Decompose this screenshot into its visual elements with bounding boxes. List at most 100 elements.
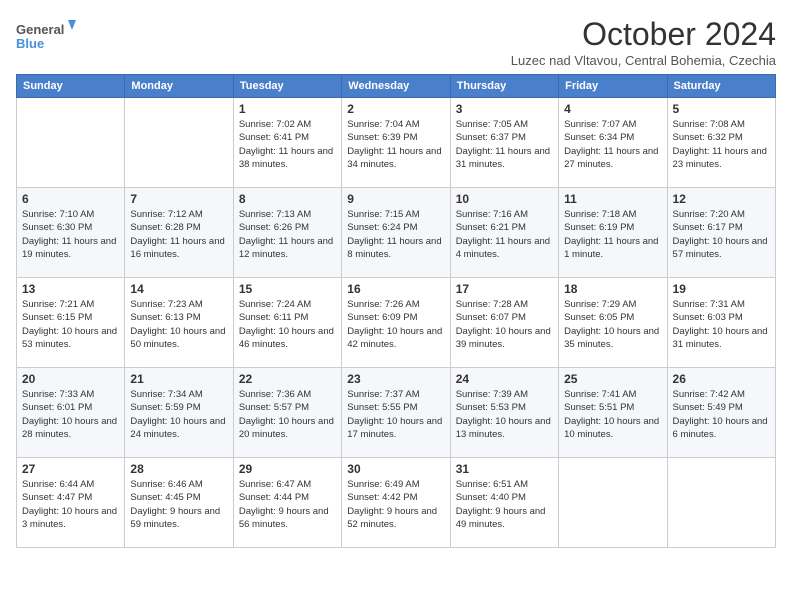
calendar-cell: 22 Sunrise: 7:36 AMSunset: 5:57 PMDaylig… [233,368,341,458]
svg-text:Blue: Blue [16,36,44,51]
svg-text:General: General [16,22,64,37]
day-info: Sunrise: 7:23 AMSunset: 6:13 PMDaylight:… [130,298,227,351]
calendar-cell: 30 Sunrise: 6:49 AMSunset: 4:42 PMDaylig… [342,458,450,548]
day-number: 1 [239,102,336,116]
day-number: 13 [22,282,119,296]
day-info: Sunrise: 7:07 AMSunset: 6:34 PMDaylight:… [564,118,661,171]
calendar-cell: 2 Sunrise: 7:04 AMSunset: 6:39 PMDayligh… [342,98,450,188]
weekday-header-friday: Friday [559,75,667,98]
day-info: Sunrise: 7:31 AMSunset: 6:03 PMDaylight:… [673,298,770,351]
day-number: 12 [673,192,770,206]
title-section: October 2024 Luzec nad Vltavou, Central … [511,16,776,68]
day-info: Sunrise: 6:44 AMSunset: 4:47 PMDaylight:… [22,478,119,531]
logo: General Blue [16,16,76,56]
calendar-cell: 29 Sunrise: 6:47 AMSunset: 4:44 PMDaylig… [233,458,341,548]
day-info: Sunrise: 6:51 AMSunset: 4:40 PMDaylight:… [456,478,553,531]
calendar-cell: 11 Sunrise: 7:18 AMSunset: 6:19 PMDaylig… [559,188,667,278]
day-number: 20 [22,372,119,386]
calendar-cell: 6 Sunrise: 7:10 AMSunset: 6:30 PMDayligh… [17,188,125,278]
weekday-header-tuesday: Tuesday [233,75,341,98]
day-info: Sunrise: 7:16 AMSunset: 6:21 PMDaylight:… [456,208,553,261]
day-info: Sunrise: 7:15 AMSunset: 6:24 PMDaylight:… [347,208,444,261]
day-info: Sunrise: 7:13 AMSunset: 6:26 PMDaylight:… [239,208,336,261]
day-info: Sunrise: 7:21 AMSunset: 6:15 PMDaylight:… [22,298,119,351]
day-info: Sunrise: 7:20 AMSunset: 6:17 PMDaylight:… [673,208,770,261]
day-info: Sunrise: 7:26 AMSunset: 6:09 PMDaylight:… [347,298,444,351]
day-number: 23 [347,372,444,386]
day-info: Sunrise: 7:29 AMSunset: 6:05 PMDaylight:… [564,298,661,351]
weekday-header-thursday: Thursday [450,75,558,98]
day-number: 22 [239,372,336,386]
calendar-cell [667,458,775,548]
day-number: 31 [456,462,553,476]
day-info: Sunrise: 7:08 AMSunset: 6:32 PMDaylight:… [673,118,770,171]
day-number: 3 [456,102,553,116]
calendar-cell: 1 Sunrise: 7:02 AMSunset: 6:41 PMDayligh… [233,98,341,188]
day-number: 21 [130,372,227,386]
day-number: 15 [239,282,336,296]
day-number: 25 [564,372,661,386]
calendar-cell: 14 Sunrise: 7:23 AMSunset: 6:13 PMDaylig… [125,278,233,368]
day-info: Sunrise: 7:18 AMSunset: 6:19 PMDaylight:… [564,208,661,261]
calendar-cell: 8 Sunrise: 7:13 AMSunset: 6:26 PMDayligh… [233,188,341,278]
day-number: 2 [347,102,444,116]
calendar-cell: 21 Sunrise: 7:34 AMSunset: 5:59 PMDaylig… [125,368,233,458]
weekday-header-saturday: Saturday [667,75,775,98]
calendar-cell: 4 Sunrise: 7:07 AMSunset: 6:34 PMDayligh… [559,98,667,188]
day-number: 11 [564,192,661,206]
day-number: 9 [347,192,444,206]
calendar-cell [17,98,125,188]
month-title: October 2024 [511,16,776,53]
calendar-cell [125,98,233,188]
day-info: Sunrise: 7:34 AMSunset: 5:59 PMDaylight:… [130,388,227,441]
day-info: Sunrise: 7:10 AMSunset: 6:30 PMDaylight:… [22,208,119,261]
calendar-cell: 24 Sunrise: 7:39 AMSunset: 5:53 PMDaylig… [450,368,558,458]
day-info: Sunrise: 7:33 AMSunset: 6:01 PMDaylight:… [22,388,119,441]
day-number: 26 [673,372,770,386]
location-subtitle: Luzec nad Vltavou, Central Bohemia, Czec… [511,53,776,68]
day-number: 16 [347,282,444,296]
calendar-cell: 10 Sunrise: 7:16 AMSunset: 6:21 PMDaylig… [450,188,558,278]
calendar-cell: 26 Sunrise: 7:42 AMSunset: 5:49 PMDaylig… [667,368,775,458]
day-number: 8 [239,192,336,206]
calendar-cell: 20 Sunrise: 7:33 AMSunset: 6:01 PMDaylig… [17,368,125,458]
day-info: Sunrise: 7:42 AMSunset: 5:49 PMDaylight:… [673,388,770,441]
day-number: 4 [564,102,661,116]
day-number: 5 [673,102,770,116]
calendar-cell: 23 Sunrise: 7:37 AMSunset: 5:55 PMDaylig… [342,368,450,458]
logo-svg: General Blue [16,16,76,56]
calendar-cell: 3 Sunrise: 7:05 AMSunset: 6:37 PMDayligh… [450,98,558,188]
day-info: Sunrise: 7:05 AMSunset: 6:37 PMDaylight:… [456,118,553,171]
weekday-header-monday: Monday [125,75,233,98]
day-number: 10 [456,192,553,206]
calendar-cell: 25 Sunrise: 7:41 AMSunset: 5:51 PMDaylig… [559,368,667,458]
day-number: 6 [22,192,119,206]
day-number: 17 [456,282,553,296]
day-number: 7 [130,192,227,206]
day-info: Sunrise: 7:41 AMSunset: 5:51 PMDaylight:… [564,388,661,441]
day-info: Sunrise: 7:28 AMSunset: 6:07 PMDaylight:… [456,298,553,351]
calendar-cell: 15 Sunrise: 7:24 AMSunset: 6:11 PMDaylig… [233,278,341,368]
day-info: Sunrise: 6:46 AMSunset: 4:45 PMDaylight:… [130,478,227,531]
calendar-cell [559,458,667,548]
calendar-cell: 5 Sunrise: 7:08 AMSunset: 6:32 PMDayligh… [667,98,775,188]
calendar-cell: 18 Sunrise: 7:29 AMSunset: 6:05 PMDaylig… [559,278,667,368]
day-number: 30 [347,462,444,476]
calendar-cell: 12 Sunrise: 7:20 AMSunset: 6:17 PMDaylig… [667,188,775,278]
calendar-cell: 17 Sunrise: 7:28 AMSunset: 6:07 PMDaylig… [450,278,558,368]
day-info: Sunrise: 7:12 AMSunset: 6:28 PMDaylight:… [130,208,227,261]
day-info: Sunrise: 6:49 AMSunset: 4:42 PMDaylight:… [347,478,444,531]
day-number: 28 [130,462,227,476]
weekday-header-wednesday: Wednesday [342,75,450,98]
day-info: Sunrise: 7:37 AMSunset: 5:55 PMDaylight:… [347,388,444,441]
calendar-cell: 7 Sunrise: 7:12 AMSunset: 6:28 PMDayligh… [125,188,233,278]
calendar-cell: 28 Sunrise: 6:46 AMSunset: 4:45 PMDaylig… [125,458,233,548]
day-number: 29 [239,462,336,476]
day-info: Sunrise: 6:47 AMSunset: 4:44 PMDaylight:… [239,478,336,531]
day-info: Sunrise: 7:02 AMSunset: 6:41 PMDaylight:… [239,118,336,171]
day-info: Sunrise: 7:36 AMSunset: 5:57 PMDaylight:… [239,388,336,441]
calendar-cell: 31 Sunrise: 6:51 AMSunset: 4:40 PMDaylig… [450,458,558,548]
day-number: 19 [673,282,770,296]
calendar-table: SundayMondayTuesdayWednesdayThursdayFrid… [16,74,776,548]
calendar-cell: 13 Sunrise: 7:21 AMSunset: 6:15 PMDaylig… [17,278,125,368]
